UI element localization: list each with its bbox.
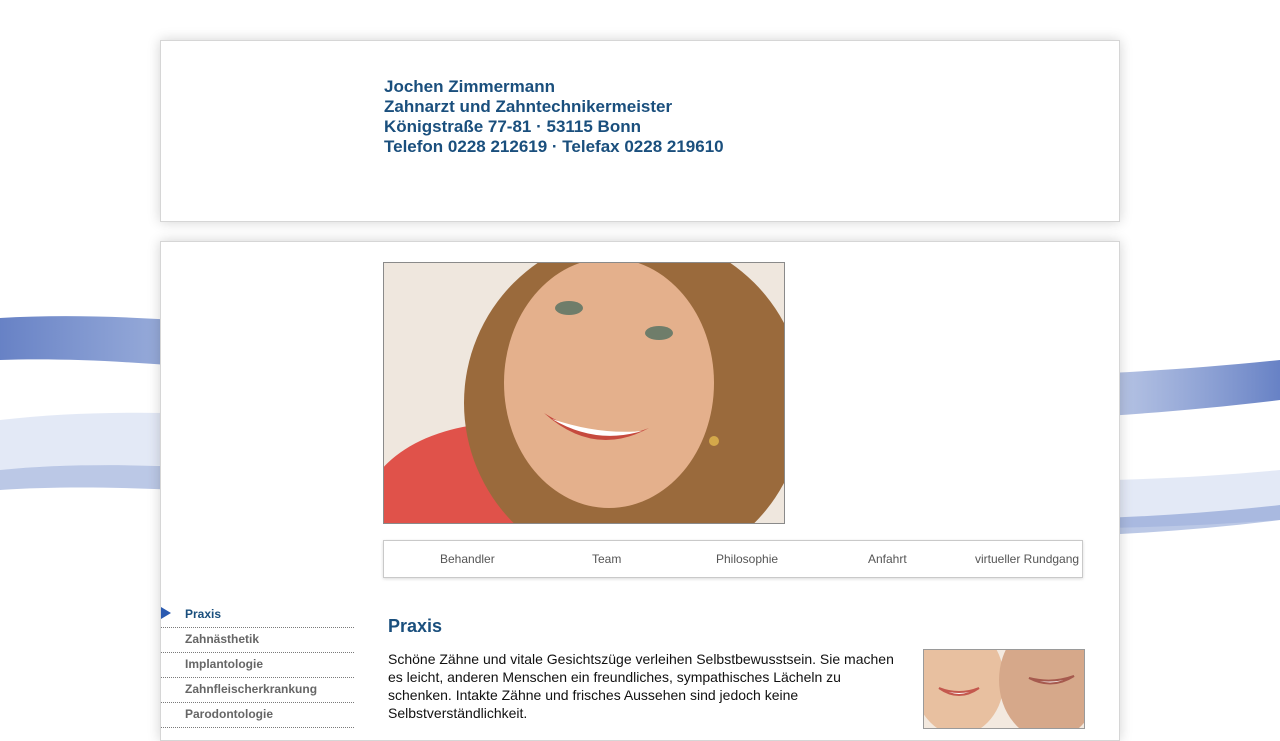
sidebar-item-implantologie[interactable]: Implantologie: [161, 654, 354, 678]
sidebar-item-label: Zahnfleischerkrankung: [185, 682, 318, 696]
sidebar-item-label: Implantologie: [185, 657, 263, 671]
practice-info: Jochen Zimmermann Zahnarzt und Zahntechn…: [384, 77, 724, 157]
sidebar-item-zahnaesthetik[interactable]: Zahnästhetik: [161, 629, 354, 653]
hero-image: [383, 262, 785, 524]
active-arrow-icon: [161, 607, 171, 619]
practice-phone: Telefon 0228 212619 · Telefax 0228 21961…: [384, 137, 724, 156]
nav-behandler[interactable]: Behandler: [440, 541, 495, 577]
sidebar-item-parodontologie[interactable]: Parodontologie: [161, 704, 354, 728]
sidebar-item-zahnfleischerkrankung[interactable]: Zahnfleischerkrankung: [161, 679, 354, 703]
practice-address: Königstraße 77-81 · 53115 Bonn: [384, 117, 641, 136]
sidebar-item-label: Parodontologie: [185, 707, 273, 721]
nav-virtueller-rundgang[interactable]: virtueller Rundgang: [975, 541, 1079, 577]
header-panel: Jochen Zimmermann Zahnarzt und Zahntechn…: [160, 40, 1120, 222]
top-navigation: Behandler Team Philosophie Anfahrt virtu…: [383, 540, 1083, 578]
sidebar-item-label: Zahnästhetik: [185, 632, 260, 646]
page-title: Praxis: [388, 616, 443, 636]
nav-team[interactable]: Team: [592, 541, 621, 577]
sidebar-item-praxis[interactable]: Praxis: [161, 604, 354, 628]
smile-thumbnail-image: [923, 649, 1085, 729]
practice-profession: Zahnarzt und Zahntechnikermeister: [384, 97, 673, 116]
side-navigation: Praxis Zahnästhetik Implantologie Zahnfl…: [161, 604, 354, 729]
nav-philosophie[interactable]: Philosophie: [716, 541, 778, 577]
sidebar-item-label: Praxis: [185, 607, 222, 621]
intro-paragraph: Schöne Zähne und vitale Gesichtszüge ver…: [388, 651, 894, 721]
practice-name: Jochen Zimmermann: [384, 77, 555, 96]
nav-anfahrt[interactable]: Anfahrt: [868, 541, 907, 577]
main-panel: Behandler Team Philosophie Anfahrt virtu…: [160, 241, 1120, 741]
